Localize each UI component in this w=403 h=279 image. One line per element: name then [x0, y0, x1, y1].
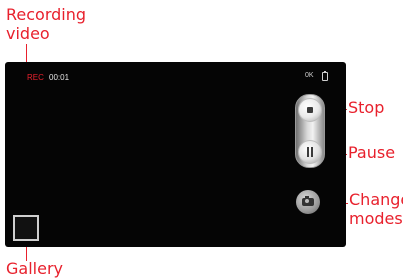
- storage-indicator: 0K: [305, 72, 314, 79]
- pause-button[interactable]: [298, 140, 322, 164]
- gallery-callout: Gallery: [6, 259, 63, 278]
- change-mode-button[interactable]: [296, 190, 320, 214]
- stop-callout: Stop: [348, 98, 385, 117]
- recording-timer: 00:01: [49, 73, 70, 82]
- change-modes-line2: modes: [349, 209, 403, 228]
- recording-callout: Recording video: [6, 5, 86, 43]
- pause-callout: Pause: [348, 143, 396, 162]
- change-modes-line1: Change: [349, 190, 403, 209]
- battery-icon: [322, 71, 328, 81]
- gallery-thumbnail[interactable]: [13, 215, 39, 241]
- change-modes-callout: Change modes: [349, 190, 403, 228]
- recording-callout-line2: video: [6, 24, 50, 43]
- camera-icon: [302, 196, 314, 206]
- pause-icon: [306, 147, 314, 157]
- rec-label: REC: [27, 73, 44, 82]
- recording-callout-line1: Recording: [6, 5, 87, 24]
- camera-screen: REC 00:01 0K: [5, 62, 346, 247]
- stop-button[interactable]: [298, 98, 322, 122]
- stop-icon: [307, 107, 313, 113]
